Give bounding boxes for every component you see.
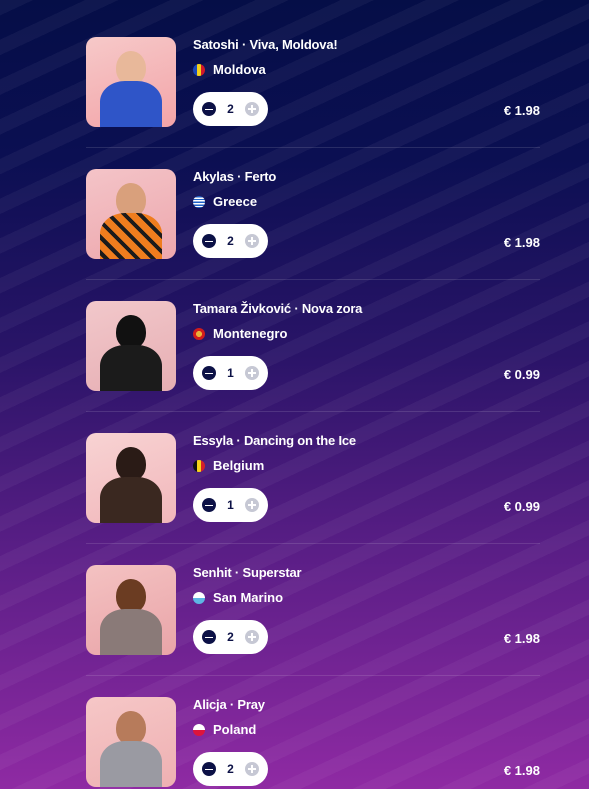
quantity-value: 2 bbox=[227, 630, 234, 644]
quantity-stepper[interactable]: 1 bbox=[193, 488, 268, 522]
cart-item: Alicja · Pray Poland 2 € 1.98 bbox=[86, 676, 540, 789]
quantity-value: 2 bbox=[227, 234, 234, 248]
quantity-stepper[interactable]: 2 bbox=[193, 92, 268, 126]
minus-circle-icon[interactable] bbox=[202, 366, 216, 380]
artist-photo bbox=[86, 433, 176, 523]
minus-circle-icon[interactable] bbox=[202, 102, 216, 116]
country: Poland bbox=[193, 722, 256, 737]
item-price: € 1.98 bbox=[503, 631, 540, 646]
country-label: Greece bbox=[213, 194, 258, 209]
san-marino-flag-icon bbox=[193, 591, 205, 604]
belgium-flag-icon bbox=[193, 459, 205, 472]
country-label: Moldova bbox=[213, 62, 266, 77]
artist-photo bbox=[86, 37, 176, 127]
montenegro-flag-icon bbox=[193, 327, 205, 340]
song-title: Alicja · Pray bbox=[193, 697, 265, 712]
minus-circle-icon[interactable] bbox=[202, 762, 216, 776]
item-price: € 1.98 bbox=[503, 235, 540, 250]
artist-photo bbox=[86, 565, 176, 655]
quantity-value: 2 bbox=[227, 762, 234, 776]
country-label: Montenegro bbox=[213, 326, 288, 341]
quantity-value: 2 bbox=[227, 102, 234, 116]
greece-flag-icon bbox=[193, 195, 205, 208]
moldova-flag-icon bbox=[193, 63, 205, 76]
country: Moldova bbox=[193, 62, 266, 77]
cart-item: Akylas · Ferto Greece 2 € 1.98 bbox=[86, 148, 540, 280]
minus-circle-icon[interactable] bbox=[202, 498, 216, 512]
cart-item: Tamara Živković · Nova zora Montenegro 1… bbox=[86, 280, 540, 412]
artist-photo bbox=[86, 697, 176, 787]
quantity-stepper[interactable]: 2 bbox=[193, 620, 268, 654]
country: San Marino bbox=[193, 590, 283, 605]
song-title: Akylas · Ferto bbox=[193, 169, 277, 184]
country-label: San Marino bbox=[213, 590, 284, 605]
plus-circle-icon[interactable] bbox=[245, 762, 259, 776]
song-title: Essyla · Dancing on the Ice bbox=[193, 433, 356, 448]
song-title: Satoshi · Viva, Moldova! bbox=[193, 37, 338, 52]
plus-circle-icon[interactable] bbox=[245, 366, 259, 380]
plus-circle-icon[interactable] bbox=[245, 102, 259, 116]
minus-circle-icon[interactable] bbox=[202, 630, 216, 644]
country-label: Belgium bbox=[213, 458, 265, 473]
minus-circle-icon[interactable] bbox=[202, 234, 216, 248]
song-title: Senhit · Superstar bbox=[193, 565, 302, 580]
item-price: € 0.99 bbox=[503, 499, 540, 514]
cart-item: Senhit · Superstar San Marino 2 € 1.98 bbox=[86, 544, 540, 676]
quantity-stepper[interactable]: 2 bbox=[193, 224, 268, 258]
song-title: Tamara Živković · Nova zora bbox=[193, 301, 363, 316]
country: Montenegro bbox=[193, 326, 287, 341]
item-price: € 0.99 bbox=[503, 367, 540, 382]
cart-item: Essyla · Dancing on the Ice Belgium 1 € … bbox=[86, 412, 540, 544]
cart-item: Satoshi · Viva, Moldova! Moldova 2 € 1.9… bbox=[86, 16, 540, 148]
poland-flag-icon bbox=[193, 723, 205, 736]
artist-photo bbox=[86, 169, 176, 259]
cart-item-list: Satoshi · Viva, Moldova! Moldova 2 € 1.9… bbox=[86, 16, 540, 789]
quantity-stepper[interactable]: 1 bbox=[193, 356, 268, 390]
country: Belgium bbox=[193, 458, 264, 473]
plus-circle-icon[interactable] bbox=[245, 630, 259, 644]
item-price: € 1.98 bbox=[503, 763, 540, 778]
country: Greece bbox=[193, 194, 257, 209]
quantity-value: 1 bbox=[227, 498, 234, 512]
quantity-stepper[interactable]: 2 bbox=[193, 752, 268, 786]
country-label: Poland bbox=[213, 722, 257, 737]
item-price: € 1.98 bbox=[503, 103, 540, 118]
artist-photo bbox=[86, 301, 176, 391]
plus-circle-icon[interactable] bbox=[245, 498, 259, 512]
quantity-value: 1 bbox=[227, 366, 234, 380]
plus-circle-icon[interactable] bbox=[245, 234, 259, 248]
